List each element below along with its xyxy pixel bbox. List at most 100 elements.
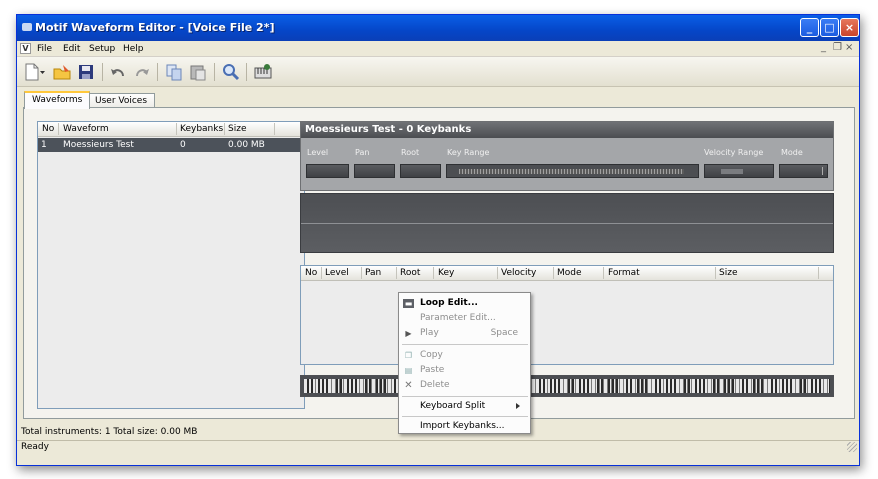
root-field[interactable] [400,164,441,178]
waveform-display[interactable] [300,193,834,253]
waveform-list[interactable]: No Waveform Keybanks Size 1 Moessieurs T… [37,121,305,409]
column-format[interactable]: Format [608,268,640,278]
keyboard-icon[interactable] [252,62,274,82]
level-label: Level [307,148,329,157]
column-divider [224,123,225,135]
column-divider [361,267,362,279]
menu-edit[interactable]: Edit [63,44,80,54]
column-size[interactable]: Size [228,124,246,134]
menu-separator [402,344,528,345]
menu-import-keybanks-label: Import Keybanks... [420,421,505,431]
menu-loop-edit[interactable]: ▬ Loop Edit... [399,296,530,311]
undo-icon[interactable] [107,62,129,82]
menu-copy[interactable]: ❐ Copy [399,348,530,363]
column-no[interactable]: No [42,124,54,134]
column-divider [553,267,554,279]
column-divider [396,267,397,279]
mdi-minimize-button[interactable]: _ [821,42,826,53]
column-waveform[interactable]: Waveform [63,124,109,134]
maximize-button[interactable]: □ [820,18,839,37]
column-level[interactable]: Level [325,268,349,278]
menu-paste[interactable]: ▤ Paste [399,363,530,378]
mdi-restore-button[interactable]: ❐ [833,42,842,53]
menu-parameter-edit[interactable]: Parameter Edit... [399,311,530,326]
toolbar-separator [246,63,247,81]
column-divider [274,123,275,135]
column-divider [715,267,716,279]
paste-icon[interactable] [187,62,209,82]
level-field[interactable] [306,164,349,178]
context-menu: ▬ Loop Edit... Parameter Edit... ▶ Play … [398,292,531,434]
menu-help[interactable]: Help [123,44,144,54]
keybank-table-header: No Level Pan Root Key Velocity Mode Form… [301,266,833,281]
column-size[interactable]: Size [719,268,737,278]
document-icon[interactable]: V [20,43,31,54]
column-divider [321,267,322,279]
menu-play[interactable]: ▶ Play Space [399,326,530,341]
menu-delete[interactable]: ✕ Delete [399,378,530,393]
menu-separator [402,416,528,417]
waveform-center-line [301,223,833,224]
column-velocity[interactable]: Velocity [501,268,536,278]
keyboard-view[interactable] [300,375,834,397]
menu-copy-label: Copy [420,350,443,360]
column-root[interactable]: Root [400,268,420,278]
menu-file[interactable]: File [37,44,52,54]
resize-grip[interactable] [847,442,857,452]
velocity-range-slider[interactable] [704,164,774,178]
column-key[interactable]: Key [438,268,454,278]
column-no[interactable]: No [305,268,317,278]
mode-spin-icon[interactable] [822,167,825,175]
key-range-keys [459,169,684,174]
new-dropdown-icon[interactable] [39,62,47,82]
keybank-table[interactable]: No Level Pan Root Key Velocity Mode Form… [300,265,834,365]
redo-icon[interactable] [131,62,153,82]
waveform-detail-panel: Moessieurs Test - 0 Keybanks Level Pan R… [300,121,834,191]
menu-paste-label: Paste [420,365,445,375]
menu-keyboard-split-label: Keyboard Split [420,401,486,411]
minimize-button[interactable]: _ [800,18,819,37]
mdi-close-button[interactable]: × [845,42,853,53]
title-bar[interactable]: Motif Waveform Editor - [Voice File 2*] … [17,15,859,41]
save-icon[interactable] [75,62,97,82]
pan-field[interactable] [354,164,395,178]
column-keybanks[interactable]: Keybanks [180,124,223,134]
status-bar: Ready [17,440,859,454]
close-button[interactable]: × [840,18,859,37]
column-divider [433,267,434,279]
menu-import-keybanks[interactable]: Import Keybanks... [399,419,530,434]
menu-setup[interactable]: Setup [89,44,115,54]
waveform-list-header: No Waveform Keybanks Size [38,122,304,137]
waveform-row[interactable]: 1 Moessieurs Test 0 0.00 MB [38,138,304,152]
open-icon[interactable] [51,62,73,82]
column-divider [818,267,819,279]
play-icon: ▶ [405,329,412,338]
waveform-detail-title: Moessieurs Test - 0 Keybanks [301,122,833,138]
status-text: Ready [21,442,49,452]
menu-bar: V File Edit Setup Help _ ❐ × [17,41,859,57]
copy-icon[interactable] [163,62,185,82]
waveform-row-no: 1 [41,140,47,150]
piano-keys [304,379,830,393]
menu-play-label: Play [420,328,439,338]
menu-keyboard-split[interactable]: Keyboard Split [399,399,530,414]
window-title: Motif Waveform Editor - [Voice File 2*] [35,21,275,34]
menu-play-shortcut: Space [490,328,518,338]
loop-edit-icon: ▬ [403,299,414,308]
column-divider [58,123,59,135]
velocity-range-bar [721,169,743,174]
key-range-label: Key Range [447,148,490,157]
waveform-row-size: 0.00 MB [228,140,265,150]
search-icon[interactable] [220,62,242,82]
mode-spinner[interactable] [779,164,828,178]
waveform-row-keybanks: 0 [180,140,186,150]
menu-delete-label: Delete [420,380,450,390]
copy-icon: ❐ [404,351,413,360]
tab-waveforms[interactable]: Waveforms [24,91,91,109]
key-range-slider[interactable] [446,164,699,178]
pan-label: Pan [355,148,370,157]
menu-parameter-edit-label: Parameter Edit... [420,313,496,323]
column-mode[interactable]: Mode [557,268,582,278]
toolbar-separator [157,63,158,81]
column-pan[interactable]: Pan [365,268,381,278]
